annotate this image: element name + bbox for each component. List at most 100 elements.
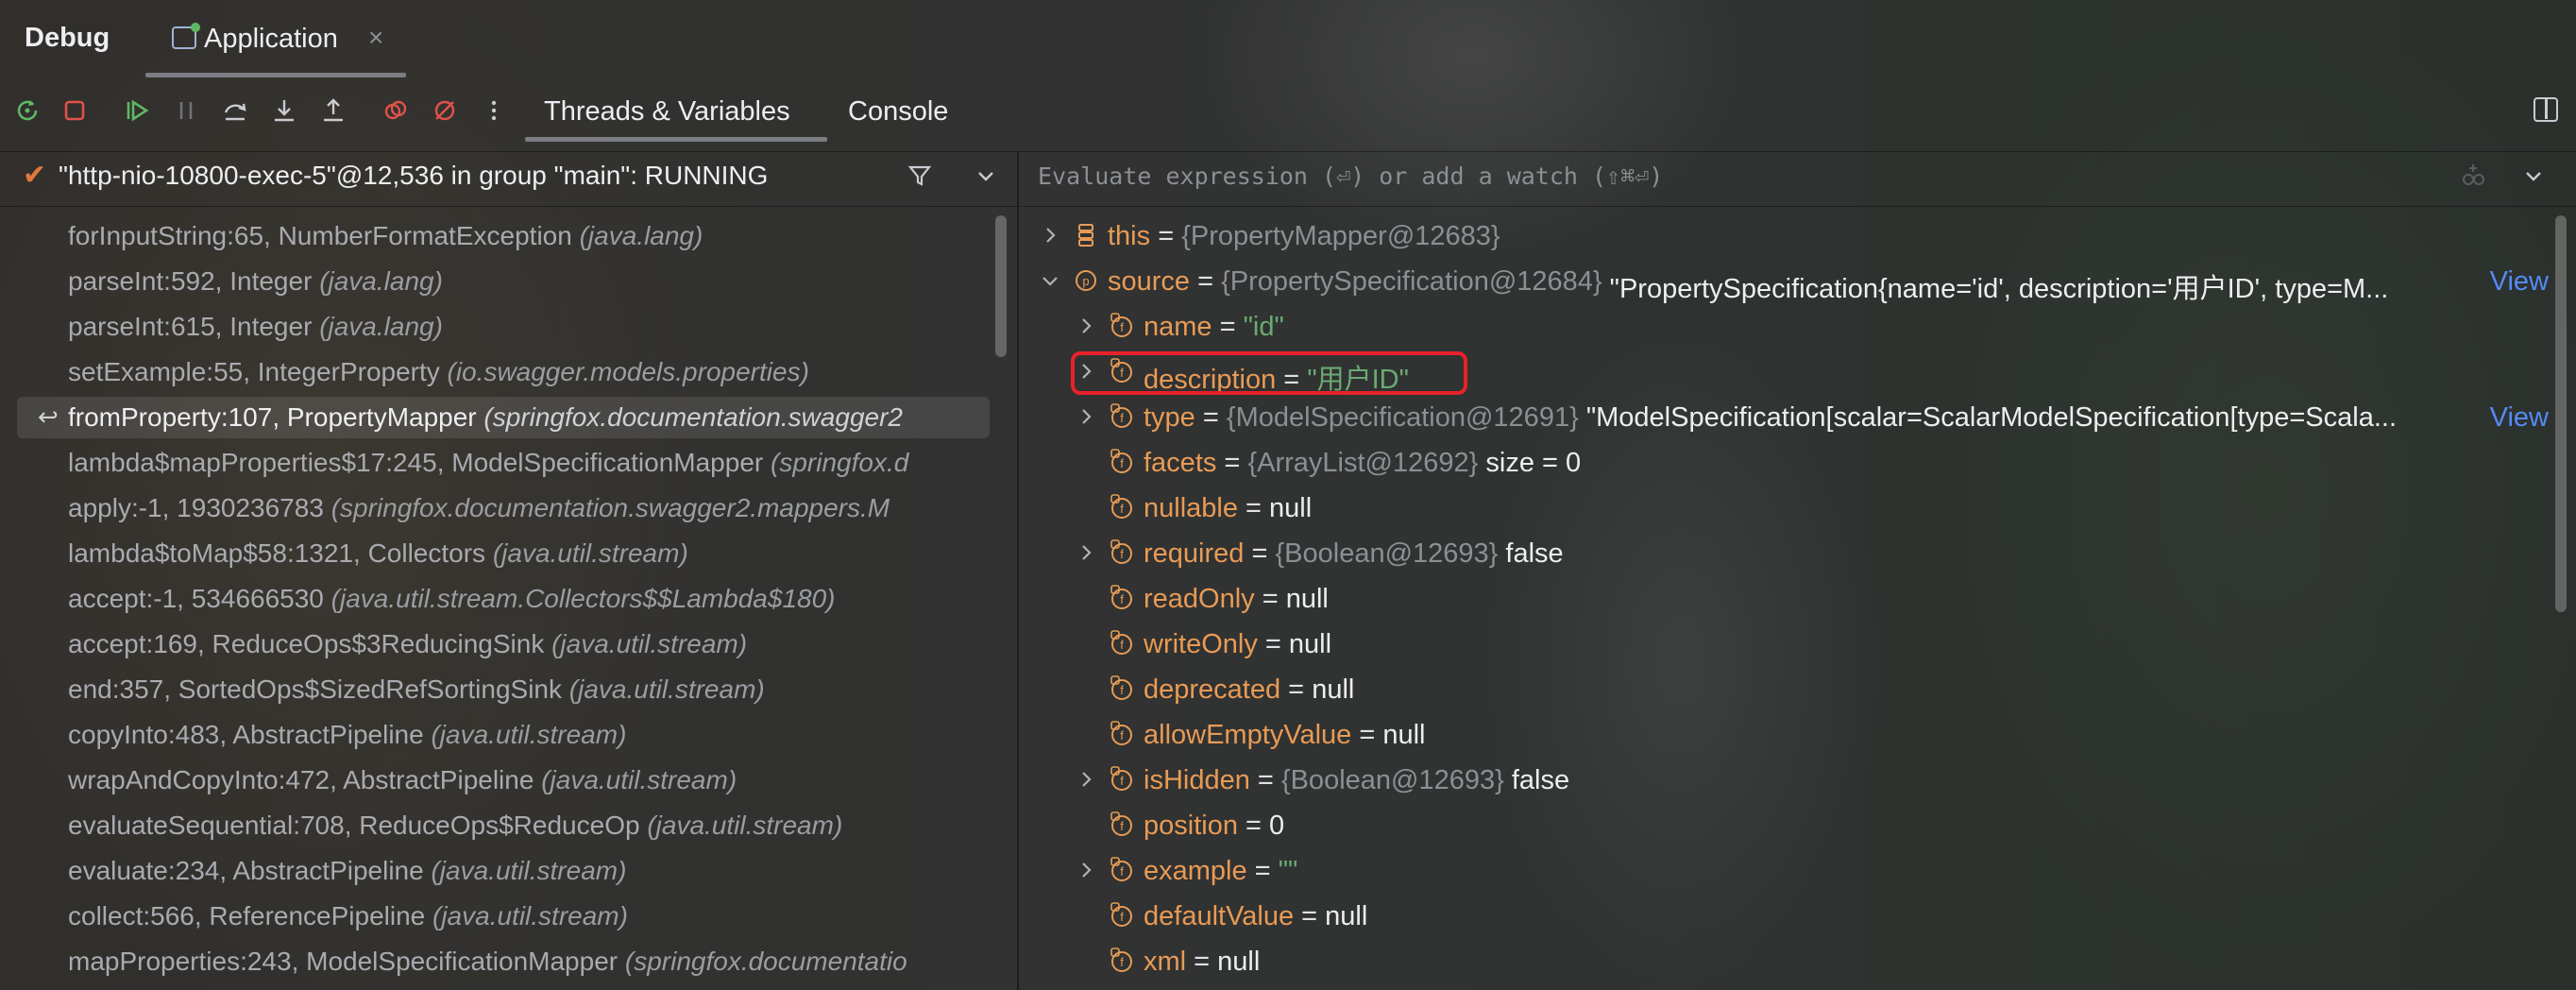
field-icon: f: [1110, 675, 1132, 700]
svg-text:p: p: [1082, 274, 1089, 288]
variable-text: isHidden = {Boolean@12693} false: [1144, 765, 1569, 796]
variable-row[interactable]: f example = "": [1019, 850, 2568, 894]
chevron-down-icon[interactable]: [973, 162, 999, 189]
stack-frame-method: copyInto:483, AbstractPipeline: [68, 720, 424, 749]
field-icon: f: [1110, 630, 1132, 655]
stack-frame-text: forInputString:65, NumberFormatException…: [68, 221, 703, 251]
equals-sign: =: [1216, 448, 1248, 478]
filter-icon[interactable]: [907, 162, 933, 189]
tab-close-icon[interactable]: ×: [368, 23, 383, 53]
stack-frame[interactable]: setExample:55, IntegerProperty (io.swagg…: [17, 351, 990, 393]
equals-sign: =: [1294, 901, 1326, 931]
stack-frame[interactable]: evaluateSequential:708, ReduceOps$Reduce…: [17, 805, 990, 846]
variable-value: "id": [1243, 312, 1284, 342]
thread-status-icon: ✔: [23, 160, 47, 191]
variable-row[interactable]: f nullable = null: [1019, 487, 2568, 531]
resume-icon[interactable]: [121, 94, 153, 127]
stack-frame[interactable]: end:357, SortedOps$SizedRefSortingSink (…: [17, 669, 990, 710]
step-out-icon[interactable]: [317, 94, 349, 127]
tab-console[interactable]: Console: [848, 96, 948, 128]
mute-breakpoints-icon[interactable]: [429, 94, 461, 127]
stack-frame[interactable]: evaluate:234, AbstractPipeline (java.uti…: [17, 850, 990, 892]
variable-text: xml = null: [1144, 947, 1260, 978]
view-breakpoints-icon[interactable]: [380, 94, 412, 127]
stack-frame[interactable]: wrapAndCopyInto:472, AbstractPipeline (j…: [17, 760, 990, 801]
application-run-config-icon: [172, 23, 200, 49]
stack-frame[interactable]: accept:-1, 534666530 (java.util.stream.C…: [17, 578, 990, 620]
variable-name: facets: [1144, 448, 1217, 478]
step-over-icon[interactable]: [219, 94, 251, 127]
equals-sign: =: [1150, 221, 1182, 251]
chevron-down-icon[interactable]: [1038, 268, 1062, 293]
rerun-icon[interactable]: [11, 94, 43, 127]
variable-text: facets = {ArrayList@12692} size = 0: [1144, 448, 1581, 479]
stack-frame[interactable]: accept:169, ReduceOps$3ReducingSink (jav…: [17, 623, 990, 665]
stack-frame[interactable]: parseInt:592, Integer (java.lang): [17, 261, 990, 302]
view-link[interactable]: View: [2490, 266, 2549, 298]
evaluate-expression-field[interactable]: Evaluate expression (⏎) or add a watch (…: [1019, 151, 2576, 200]
variable-text: source = {PropertySpecification@12684} "…: [1108, 266, 2388, 306]
variable-row[interactable]: f readOnly = null: [1019, 578, 2568, 622]
stack-frame[interactable]: copyInto:483, AbstractPipeline (java.uti…: [17, 714, 990, 756]
variable-type-ref: {PropertySpecification@12684}: [1221, 266, 1602, 297]
variable-type-ref: {ArrayList@12692}: [1247, 448, 1479, 478]
field-icon: f: [1110, 902, 1132, 927]
variable-row[interactable]: f type = {ModelSpecification@12691} "Mode…: [1019, 397, 2568, 440]
chevron-right-icon[interactable]: [1038, 223, 1062, 248]
evaluate-placeholder: Evaluate expression (⏎) or add a watch (…: [1038, 162, 1664, 190]
stack-frame-package: (java.util.stream): [492, 538, 688, 568]
stack-frame[interactable]: ↩ fromProperty:107, PropertyMapper (sprin…: [17, 397, 990, 438]
variable-row[interactable]: f position = 0: [1019, 805, 2568, 848]
thread-selector[interactable]: ✔ "http-nio-10800-exec-5"@12,536 in grou…: [0, 151, 1017, 200]
view-link[interactable]: View: [2490, 402, 2549, 434]
svg-text:f: f: [1120, 955, 1124, 969]
field-icon: f: [1110, 539, 1132, 564]
stack-frame[interactable]: lambda$toMap$58:1321, Collectors (java.u…: [17, 533, 990, 574]
chevron-right-icon[interactable]: [1074, 404, 1098, 429]
variable-row[interactable]: f required = {Boolean@12693} false: [1019, 533, 2568, 576]
add-watch-icon[interactable]: [2459, 161, 2487, 189]
stack-frame[interactable]: collect:566, ReferencePipeline (java.uti…: [17, 896, 990, 937]
stack-frame-method: mapProperties:243, ModelSpecificationMap…: [68, 947, 619, 976]
stop-icon[interactable]: [59, 94, 91, 127]
more-icon[interactable]: [478, 94, 510, 127]
step-into-icon[interactable]: [268, 94, 300, 127]
variable-text: deprecated = null: [1144, 674, 1354, 706]
chevron-right-icon[interactable]: [1074, 314, 1098, 338]
variable-name: writeOnly: [1144, 629, 1258, 659]
variable-row[interactable]: f xml = null: [1019, 941, 2568, 984]
tab-application[interactable]: Application ×: [145, 0, 406, 79]
variable-row[interactable]: f allowEmptyValue = null: [1019, 714, 2568, 758]
chevron-down-icon[interactable]: [2520, 162, 2547, 189]
variable-value: null: [1325, 901, 1368, 931]
stack-frame-text: evaluateSequential:708, ReduceOps$Reduce…: [68, 811, 842, 841]
stack-frame[interactable]: lambda$mapProperties$17:245, ModelSpecif…: [17, 442, 990, 484]
variable-row[interactable]: f defaultValue = null: [1019, 896, 2568, 939]
layout-settings-icon[interactable]: [2534, 97, 2558, 122]
stack-frame[interactable]: forInputString:65, NumberFormatException…: [17, 215, 990, 257]
stack-frame-text: evaluate:234, AbstractPipeline (java.uti…: [68, 856, 626, 886]
chevron-right-icon[interactable]: [1074, 858, 1098, 882]
divider: [1019, 206, 2576, 207]
variable-value: null: [1217, 947, 1261, 977]
variable-row[interactable]: p source = {PropertySpecification@12684} …: [1019, 261, 2568, 304]
stack-frame[interactable]: mapProperties:243, ModelSpecificationMap…: [17, 941, 990, 982]
variable-row[interactable]: f isHidden = {Boolean@12693} false: [1019, 760, 2568, 803]
variable-row[interactable]: this = {PropertyMapper@12683}: [1019, 215, 2568, 259]
stack-frame[interactable]: apply:-1, 1930236783 (springfox.document…: [17, 487, 990, 529]
variable-name: source: [1108, 266, 1191, 297]
variable-row[interactable]: f deprecated = null: [1019, 669, 2568, 712]
stack-frame[interactable]: parseInt:615, Integer (java.lang): [17, 306, 990, 348]
pause-icon[interactable]: [170, 94, 202, 127]
chevron-right-icon[interactable]: [1074, 540, 1098, 565]
svg-text:f: f: [1120, 502, 1124, 516]
variable-row[interactable]: f facets = {ArrayList@12692} size = 0: [1019, 442, 2568, 486]
frames-scrollbar[interactable]: [995, 215, 1007, 357]
variables-scrollbar[interactable]: [2555, 215, 2567, 612]
variable-row[interactable]: f name = "id": [1019, 306, 2568, 350]
tab-threads-variables[interactable]: Threads & Variables: [544, 96, 790, 128]
variable-type-ref: {Boolean@12693}: [1280, 765, 1504, 795]
chevron-right-icon[interactable]: [1074, 767, 1098, 792]
variable-row[interactable]: f writeOnly = null: [1019, 623, 2568, 667]
stack-frame-package: (java.util.stream): [541, 765, 737, 794]
